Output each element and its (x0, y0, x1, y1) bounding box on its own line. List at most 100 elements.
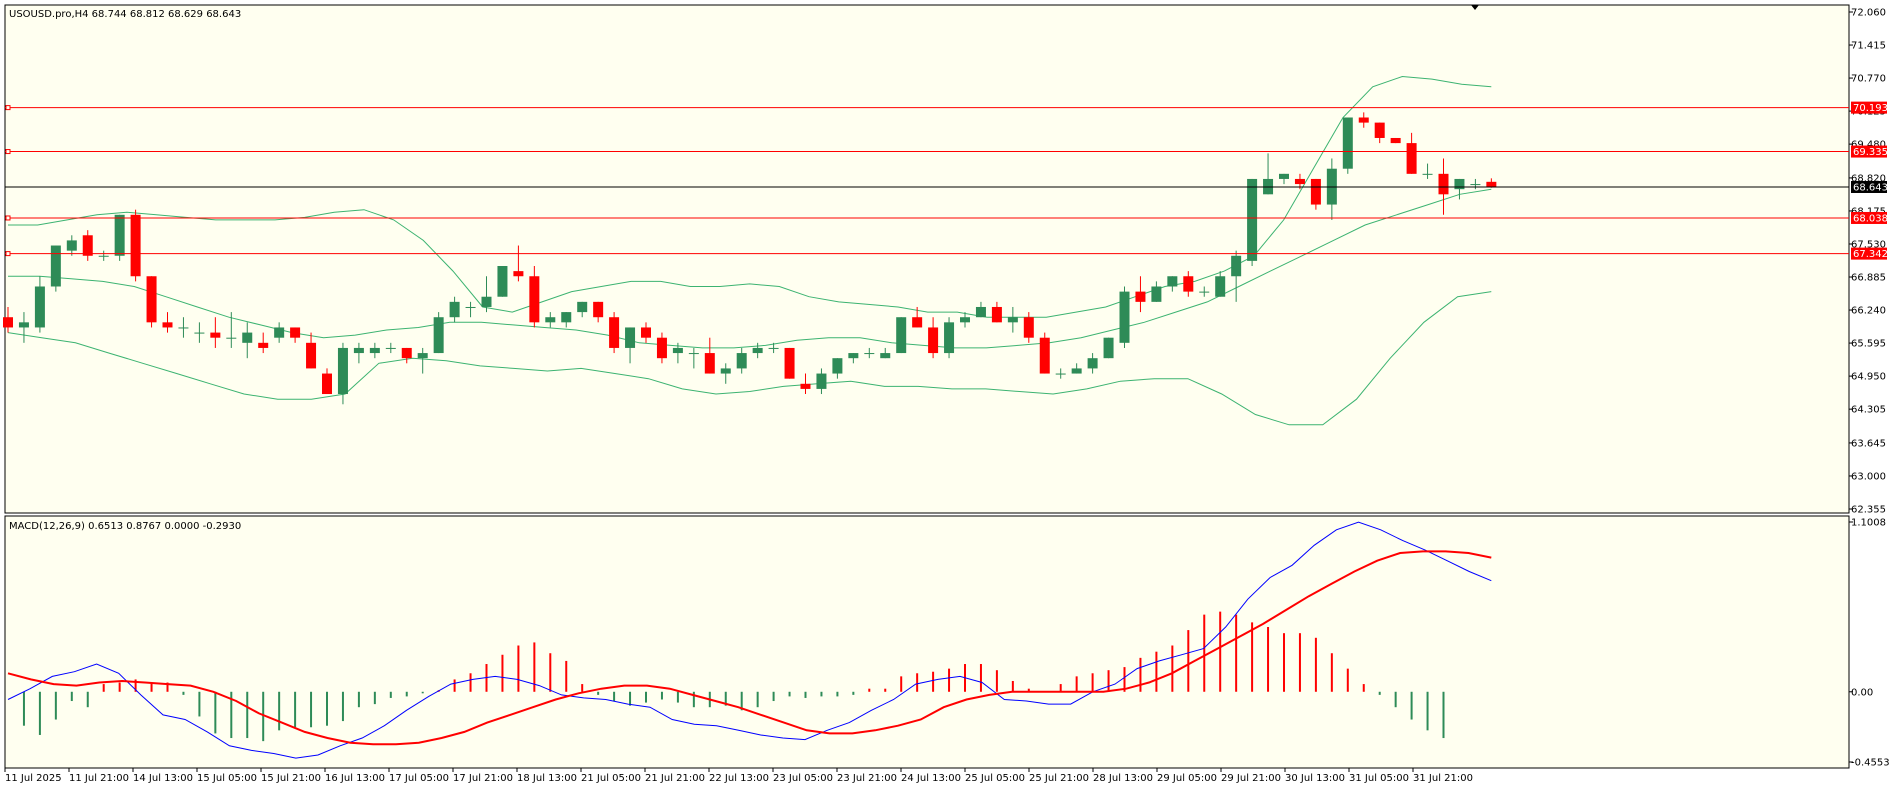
candle-body (1023, 317, 1034, 338)
time-axis-label: 29 Jul 05:00 (1157, 773, 1217, 784)
candle-body (194, 332, 205, 334)
time-axis-label: 21 Jul 21:00 (645, 773, 705, 784)
price-axis-label: 64.950 (1851, 372, 1886, 383)
candle-body (672, 347, 683, 354)
macd-panel[interactable]: MACD(12,26,9) 0.6513 0.8767 0.0000 -0.29… (4, 515, 1850, 769)
candle-body (1422, 173, 1433, 175)
candle-body (1310, 178, 1321, 205)
candle-body (1071, 368, 1082, 374)
time-axis-label: 21 Jul 05:00 (581, 773, 641, 784)
candle-body (465, 306, 476, 308)
candle-body (130, 214, 141, 277)
time-axis-label: 24 Jul 13:00 (901, 773, 961, 784)
time-axis-label: 15 Jul 21:00 (261, 773, 321, 784)
time-axis-label: 23 Jul 05:00 (773, 773, 833, 784)
level-anchor (5, 251, 11, 257)
candle-body (274, 327, 285, 338)
level-tag-label: 68.038 (1853, 213, 1888, 224)
candle-body (625, 327, 636, 348)
candle-body (1167, 276, 1178, 287)
candle-body (832, 358, 843, 374)
candle-body (529, 276, 540, 323)
candle-body (800, 383, 811, 389)
candle-body (1390, 137, 1401, 144)
candle-body (18, 322, 29, 328)
candle-body (1215, 276, 1226, 297)
candle-body (178, 327, 189, 329)
macd-panel-frame (4, 515, 1850, 769)
macd-info-label: MACD(12,26,9) 0.6513 0.8767 0.0000 -0.29… (9, 521, 241, 532)
candle-body (1007, 317, 1018, 323)
price-axis-label: 65.595 (1851, 339, 1886, 350)
price-axis-label: 66.885 (1851, 273, 1886, 284)
candle-body (98, 255, 109, 257)
candle-body (82, 235, 93, 256)
candle-body (322, 373, 332, 395)
candle-body (1374, 122, 1385, 138)
time-axis-label: 17 Jul 21:00 (453, 773, 513, 784)
candle-body (656, 337, 667, 359)
candle-body (497, 266, 508, 297)
candle-body (1358, 117, 1369, 123)
price-axis-label: 70.770 (1851, 74, 1886, 85)
time-axis-label: 23 Jul 21:00 (837, 773, 897, 784)
level-anchor (5, 149, 11, 155)
price-panel[interactable]: USOUSD.pro,H4 68.744 68.812 68.629 68.64… (3, 4, 1850, 514)
candle-body (864, 353, 875, 355)
candle-body (1438, 173, 1449, 195)
candle-body (385, 347, 396, 349)
candle-body (768, 347, 779, 349)
candle-body (944, 322, 955, 354)
candle-body (290, 327, 301, 338)
price-axis-label: 63.645 (1851, 438, 1886, 449)
candle-body (242, 332, 253, 343)
candle-body (1247, 178, 1258, 261)
candle-body (848, 353, 859, 359)
symbol-info-label: USOUSD.pro,H4 68.744 68.812 68.629 68.64… (9, 9, 241, 20)
candle-body (912, 317, 923, 328)
candle-body (1039, 337, 1050, 374)
candle-body (960, 317, 970, 323)
candle-body (736, 353, 747, 369)
candle-body (162, 322, 173, 328)
level-tag-label: 67.342 (1853, 249, 1888, 260)
candle-body (1151, 286, 1162, 302)
candle-body (1183, 276, 1194, 292)
candle-body (1087, 358, 1098, 369)
macd-axis-label: 0.00 (1851, 687, 1873, 698)
level-anchor (5, 215, 11, 221)
price-axis-label: 62.355 (1851, 505, 1886, 516)
candle-body (991, 306, 1002, 323)
macd-axis-label: 1.1008 (1851, 518, 1886, 529)
level-tag-label: 69.335 (1853, 147, 1888, 158)
candle-body (481, 296, 492, 307)
candle-body (593, 301, 604, 318)
time-axis-label: 18 Jul 13:00 (517, 773, 577, 784)
candle-body (449, 301, 460, 318)
candle-body (609, 317, 620, 348)
candle-body (226, 337, 237, 339)
time-axis-label: 29 Jul 21:00 (1221, 773, 1281, 784)
time-axis-label: 25 Jul 05:00 (965, 773, 1025, 784)
candle-body (258, 342, 269, 348)
time-axis-label: 17 Jul 05:00 (389, 773, 449, 784)
candle-body (3, 317, 13, 328)
candle-body (704, 353, 715, 374)
price-axis-label: 64.305 (1851, 405, 1886, 416)
candle-body (353, 347, 364, 354)
candle-body (545, 317, 556, 323)
price-axis-label: 66.240 (1851, 306, 1886, 317)
candle-body (1135, 291, 1146, 302)
candle-body (417, 353, 428, 359)
candle-body (1470, 184, 1481, 186)
candle-body (928, 327, 939, 354)
candle-body (513, 271, 524, 277)
candle-body (114, 214, 125, 256)
time-axis-label: 25 Jul 21:00 (1029, 773, 1089, 784)
candle-body (50, 245, 61, 287)
time-axis-label: 14 Jul 13:00 (133, 773, 193, 784)
level-anchor (5, 105, 11, 111)
price-axis-label: 71.415 (1851, 41, 1886, 52)
candle-body (752, 347, 763, 354)
candle-body (1406, 143, 1417, 174)
